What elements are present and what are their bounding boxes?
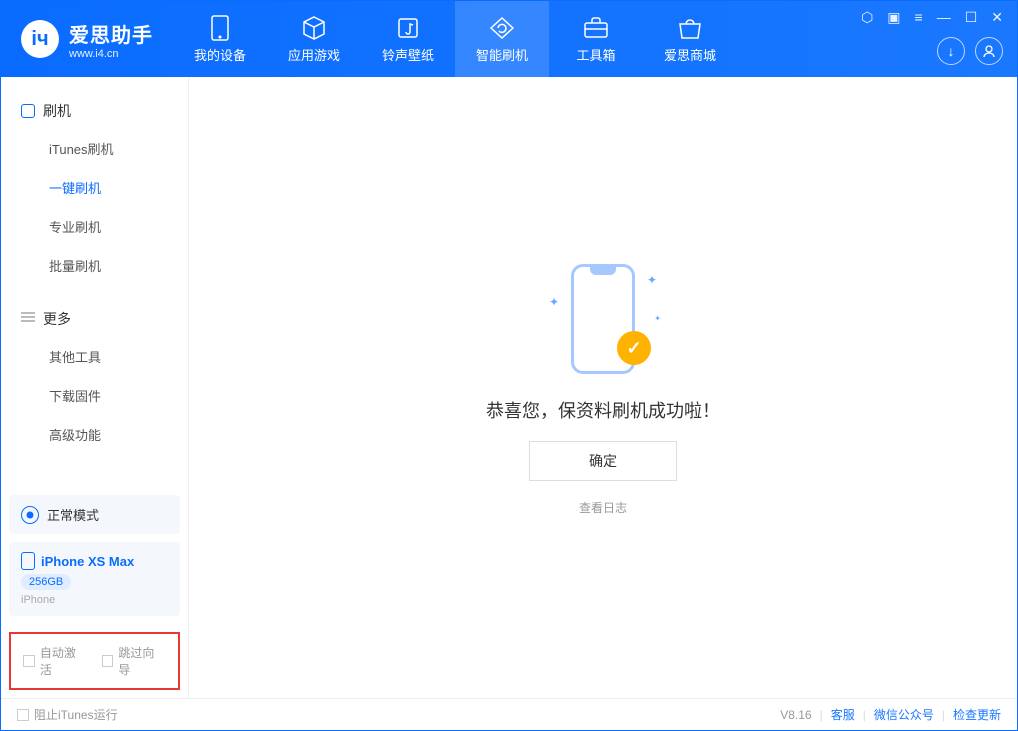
success-illustration: ✦ ✦ ✦ ✓ [543, 259, 663, 379]
device-type: iPhone [21, 594, 168, 606]
sidebar-item-other-tools[interactable]: 其他工具 [1, 337, 188, 376]
link-service[interactable]: 客服 [831, 706, 855, 723]
tab-label: 工具箱 [576, 45, 615, 64]
sidebar: 刷机 iTunes刷机 一键刷机 专业刷机 批量刷机 更多 其他工具 下载固件 … [1, 77, 189, 698]
device-capacity: 256GB [21, 574, 71, 590]
header-bar: iч 爱思助手 www.i4.cn 我的设备 应用游戏 铃声壁纸 智能刷机 [1, 1, 1017, 77]
section-title: 刷机 [43, 101, 71, 121]
window-controls: ⬡ ▣ ≡ — ☐ ✕ [861, 1, 1003, 26]
footer: 阻止iTunes运行 V8.16 | 客服 | 微信公众号 | 检查更新 [1, 698, 1017, 730]
mode-status[interactable]: 正常模式 [9, 495, 180, 534]
tab-label: 爱思商城 [664, 45, 716, 64]
more-icon [21, 312, 35, 326]
device-small-icon [21, 104, 35, 118]
version-label: V8.16 [780, 708, 811, 722]
link-wechat[interactable]: 微信公众号 [874, 706, 934, 723]
options-highlighted: 自动激活 跳过向导 [9, 632, 180, 690]
checkbox-auto-activate[interactable]: 自动激活 [23, 644, 88, 678]
checkbox-icon [102, 655, 114, 667]
music-icon [395, 15, 421, 41]
refresh-icon [489, 15, 515, 41]
shirt-icon[interactable]: ⬡ [861, 9, 873, 26]
checkbox-label: 阻止iTunes运行 [34, 706, 118, 723]
device-name: iPhone XS Max [41, 554, 134, 569]
maximize-button[interactable]: ☐ [965, 9, 978, 26]
close-button[interactable]: ✕ [991, 9, 1003, 26]
tab-ringtone-wallpaper[interactable]: 铃声壁纸 [361, 1, 455, 77]
checkbox-label: 自动激活 [40, 644, 88, 678]
download-button[interactable]: ↓ [937, 37, 965, 65]
tab-shop[interactable]: 爱思商城 [643, 1, 737, 77]
check-badge-icon: ✓ [617, 331, 651, 365]
sidebar-section-more: 更多 [1, 301, 188, 337]
app-subtitle: www.i4.cn [69, 48, 153, 60]
sidebar-item-onekey-flash[interactable]: 一键刷机 [1, 168, 188, 207]
checkbox-block-itunes[interactable]: 阻止iTunes运行 [17, 706, 118, 723]
sidebar-item-itunes-flash[interactable]: iTunes刷机 [1, 129, 188, 168]
view-log-link[interactable]: 查看日志 [579, 499, 627, 516]
cube-icon [301, 15, 327, 41]
sparkle-icon: ✦ [549, 295, 559, 309]
app-title: 爱思助手 [69, 19, 153, 48]
toolbox-icon [583, 15, 609, 41]
tab-apps-games[interactable]: 应用游戏 [267, 1, 361, 77]
minimize-button[interactable]: — [937, 9, 951, 26]
confirm-button[interactable]: 确定 [529, 441, 677, 481]
logo-icon: iч [21, 20, 59, 58]
success-message: 恭喜您，保资料刷机成功啦！ [486, 397, 720, 423]
menu-icon[interactable]: ≡ [915, 9, 923, 26]
checkbox-skip-guide[interactable]: 跳过向导 [102, 644, 167, 678]
phone-icon [21, 552, 35, 570]
tab-label: 智能刷机 [476, 45, 528, 64]
sidebar-section-flash: 刷机 [1, 93, 188, 129]
device-icon [207, 15, 233, 41]
tab-smart-flash[interactable]: 智能刷机 [455, 1, 549, 77]
settings-icon[interactable]: ▣ [887, 9, 900, 26]
mode-label: 正常模式 [47, 505, 99, 524]
sidebar-item-advanced[interactable]: 高级功能 [1, 415, 188, 454]
tab-my-device[interactable]: 我的设备 [173, 1, 267, 77]
tab-label: 我的设备 [194, 45, 246, 64]
checkbox-icon [17, 709, 29, 721]
logo: iч 爱思助手 www.i4.cn [1, 19, 173, 60]
sparkle-icon: ✦ [647, 273, 657, 287]
sparkle-icon: ✦ [654, 314, 661, 323]
section-title: 更多 [43, 309, 71, 329]
tab-label: 铃声壁纸 [382, 45, 434, 64]
user-button[interactable] [975, 37, 1003, 65]
sidebar-item-pro-flash[interactable]: 专业刷机 [1, 207, 188, 246]
nav-tabs: 我的设备 应用游戏 铃声壁纸 智能刷机 工具箱 爱思商城 [173, 1, 737, 77]
link-update[interactable]: 检查更新 [953, 706, 1001, 723]
checkbox-icon [23, 655, 35, 667]
tab-label: 应用游戏 [288, 45, 340, 64]
mode-icon [21, 506, 39, 524]
main-content: ✦ ✦ ✦ ✓ 恭喜您，保资料刷机成功啦！ 确定 查看日志 [189, 77, 1017, 698]
tab-toolbox[interactable]: 工具箱 [549, 1, 643, 77]
sidebar-item-batch-flash[interactable]: 批量刷机 [1, 246, 188, 285]
device-info[interactable]: iPhone XS Max 256GB iPhone [9, 542, 180, 616]
checkbox-label: 跳过向导 [118, 644, 166, 678]
sidebar-item-download-firmware[interactable]: 下载固件 [1, 376, 188, 415]
shop-icon [677, 15, 703, 41]
